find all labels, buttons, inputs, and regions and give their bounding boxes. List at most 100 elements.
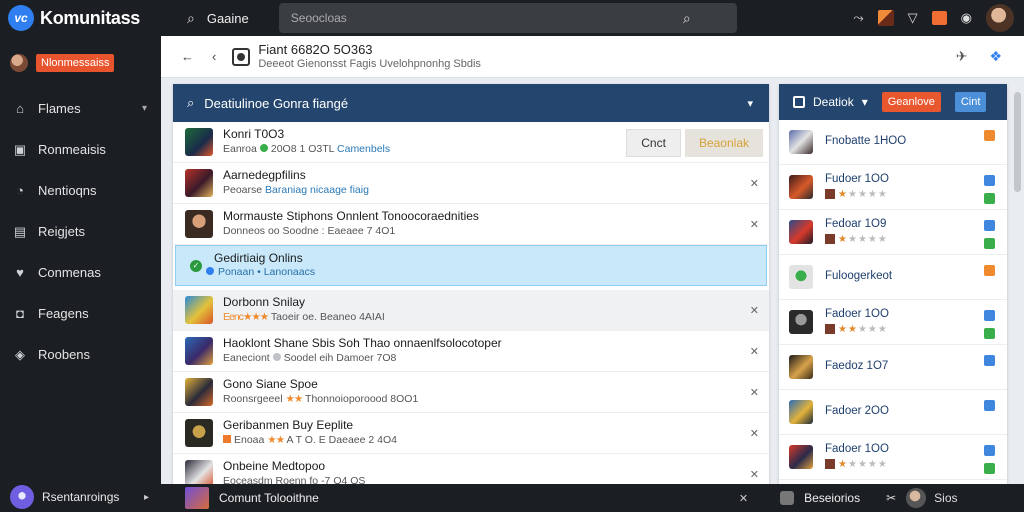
star-icon: ★ [847, 234, 858, 245]
star-icon: ★ [838, 234, 848, 245]
close-icon[interactable]: ✕ [750, 427, 759, 440]
list-item[interactable]: Dorbonn Snilay Eenc★★★ Taoeir oe. Beaneo… [173, 290, 769, 331]
meta-prefix: Peoarse [223, 183, 263, 196]
star-icon: ★ [877, 324, 888, 335]
meta-prefix: Eenc [223, 310, 244, 323]
list-item-selected[interactable]: ✓ Gedirtiaig Onlins Ponaan • Lanonaacs [175, 245, 767, 286]
sidebar-item-reigjets[interactable]: ▤ Reigjets [0, 211, 161, 252]
sidebar-item-conmenas[interactable]: ♥ Conmenas [0, 252, 161, 293]
meta-accent: Ponaan • Lanonaacs [218, 266, 316, 279]
close-icon[interactable]: ✕ [750, 218, 759, 231]
dropbox-icon[interactable]: ❖ [989, 48, 1002, 65]
pin-icon[interactable]: ✈ [956, 48, 968, 65]
briefcase-icon: ▣ [13, 141, 27, 157]
bottom-bar-secondary[interactable]: Beseiorios [804, 491, 860, 505]
right-list-item[interactable]: Fadoer 1OO ★★★★★ [779, 300, 1007, 345]
orange-badge-icon[interactable] [984, 130, 995, 141]
right-list-item[interactable]: Fadoer 2OO [779, 390, 1007, 435]
blue-badge-icon[interactable] [984, 310, 995, 321]
blue-badge-icon[interactable] [984, 220, 995, 231]
topbar-label: Gaaine [206, 10, 249, 26]
right-list-item[interactable]: Fadoer 1OO ★★★★★ [779, 435, 1007, 480]
sidebar-item-label: Ronmeaisis [38, 142, 106, 157]
sidebar-item-roobens[interactable]: ◈ Roobens [0, 334, 161, 375]
list-item-meta: Eaneciont Soodel eih Damoer 7O8 [223, 352, 502, 366]
list-item[interactable]: Haoklont Shane Sbis Soh Thao onnaenlfsol… [173, 331, 769, 372]
bottom-bar: Comunt Tolooithne ✕ Beseiorios ✂ Sios [161, 484, 1024, 512]
blue-action-button[interactable]: Cint [954, 92, 987, 112]
search-icon[interactable]: ⌕ [187, 10, 195, 27]
right-list-item[interactable]: Fedoar 1O9 ★★★★★ [779, 210, 1007, 255]
orange-action-button[interactable]: Geanlove [881, 92, 941, 112]
bottom-bar-title[interactable]: Comunt Tolooithne [219, 491, 319, 505]
game-thumbnail [185, 128, 213, 156]
user-row[interactable]: Nlonmessaiss [0, 40, 161, 86]
right-list-item[interactable]: Fnobatte 1HOO [779, 120, 1007, 165]
brand[interactable]: vc Komunitass [0, 0, 161, 36]
close-icon[interactable]: ✕ [750, 386, 759, 399]
settings-icon[interactable]: ◉ [961, 10, 972, 26]
green-badge-icon[interactable] [984, 463, 995, 474]
sidebar-item-nentioqns[interactable]: ◔ Nentioqns [0, 170, 161, 211]
download-button[interactable]: Beaonlak [684, 129, 763, 157]
scrollbar-thumb[interactable] [1014, 92, 1021, 192]
search-icon[interactable]: ⌕ [683, 10, 691, 27]
list-item[interactable]: Mormauste Stiphons Onnlent Tonoocoraedni… [173, 204, 769, 245]
game-icon[interactable] [877, 10, 894, 26]
connect-button[interactable]: Cnct [626, 129, 681, 157]
blue-badge-icon[interactable] [984, 355, 995, 366]
list-item[interactable]: Aarnedegpfilins Peoarse Baraniag nicaage… [173, 163, 769, 204]
chevron-down-icon[interactable]: ▾ [862, 95, 868, 109]
scrollbar[interactable] [1011, 84, 1024, 484]
right-panel-title[interactable]: Deatiok [813, 95, 854, 109]
avatar[interactable] [986, 4, 1014, 32]
blue-badge-icon[interactable] [984, 445, 995, 456]
chevron-left-icon[interactable]: ‹ [212, 49, 216, 64]
trend-icon[interactable]: ⤳ [853, 10, 863, 26]
star-icon: ★ [867, 189, 878, 200]
right-list-item-title: Fuloogerkeot [825, 270, 893, 283]
blue-badge-icon[interactable] [984, 175, 995, 186]
notification-icon[interactable] [931, 11, 947, 25]
blue-badge-icon[interactable] [984, 400, 995, 411]
avatar[interactable] [906, 488, 927, 508]
chevron-down-icon[interactable]: ▾ [747, 97, 753, 110]
green-badge-icon[interactable] [984, 238, 995, 249]
close-icon[interactable]: ✕ [739, 492, 748, 505]
close-icon[interactable]: ✕ [750, 468, 759, 481]
game-thumbnail [185, 487, 209, 509]
sidebar-item-flames[interactable]: ⌂ Flames ▾ [0, 88, 161, 129]
star-icon: ★ [838, 459, 848, 470]
list-item[interactable]: Geribanmen Buy Eeplite Enoaa ★★ A T O. E… [173, 413, 769, 454]
list-item[interactable]: Gono Siane Spoe Roonsrgeeel ★★ Thonnoiop… [173, 372, 769, 413]
right-panel-header: Deatiok ▾ Geanlove Cint [779, 84, 1007, 120]
green-badge-icon[interactable] [984, 193, 995, 204]
chat-bubble-icon: ◘ [16, 306, 24, 321]
close-icon[interactable]: ✕ [750, 177, 759, 190]
right-list-item-title: Fadoer 1OO [825, 308, 889, 321]
sidebar-item-ronmeaisis[interactable]: ▣ Ronmeaisis [0, 129, 161, 170]
star-icon: ★ [877, 234, 888, 245]
right-list-item[interactable]: Fudoer 1OO ★★★★★ [779, 165, 1007, 210]
tools-icon[interactable]: ✂ [886, 491, 896, 505]
right-list-item[interactable]: Fuloogerkeot [779, 255, 1007, 300]
list-item-title: Dorbonn Snilay [223, 295, 306, 310]
chevron-down-icon: ▾ [141, 103, 147, 114]
close-icon[interactable]: ✕ [750, 304, 759, 317]
search-input[interactable]: Seoocloas ⌕ [278, 3, 737, 33]
shield-icon: ◈ [15, 346, 25, 362]
sidebar-footer[interactable]: Rsentanroings ▸ [0, 482, 161, 512]
green-badge-icon[interactable] [984, 328, 995, 339]
right-list-item[interactable]: Faedoz 1O7 [779, 345, 1007, 390]
bottom-bar-right[interactable]: Sios [934, 491, 957, 505]
shield-outline-icon[interactable]: ▽ [908, 10, 918, 26]
list-item[interactable]: Konri T0O3 Eanroa 20O8 1 O3TL Camenbels C… [173, 122, 769, 163]
orange-badge-icon[interactable] [984, 265, 995, 276]
panel-header[interactable]: ⌕ Deatiulinoe Gonra fiangé ▾ [173, 84, 769, 122]
back-arrow-icon[interactable]: ← [181, 49, 194, 64]
sidebar-item-feagens[interactable]: ◘ Feagens [0, 293, 161, 334]
list-item-title: Gedirtiaig Onlins [214, 250, 303, 265]
right-list-item-title: Fadoer 2OO [825, 405, 889, 418]
sidebar-footer-label: Rsentanroings [42, 490, 120, 504]
close-icon[interactable]: ✕ [750, 345, 759, 358]
